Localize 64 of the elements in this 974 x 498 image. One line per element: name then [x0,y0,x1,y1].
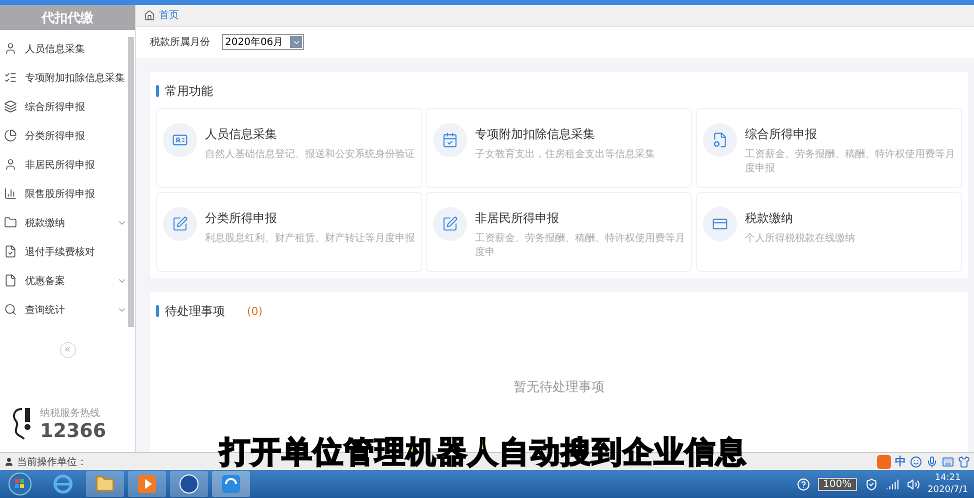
bar-chart-icon [4,187,17,200]
function-card[interactable]: 税款缴纳 个人所得税税款在线缴纳 [696,192,962,272]
signal-icon[interactable] [886,478,899,490]
sidebar-item[interactable]: 税款缴纳 [0,208,127,237]
function-card[interactable]: 非居民所得申报 工资薪金、劳务报酬、稿酬、特许权使用费等月度申 [426,192,692,272]
function-card[interactable]: 人员信息采集 自然人基础信息登记、报送和公安系统身份验证 [156,108,422,188]
shirt-icon[interactable] [958,456,970,468]
sidebar-item[interactable]: 专项附加扣除信息采集 [0,63,127,92]
section-title: 待处理事项 [165,302,225,320]
shield-icon[interactable] [864,478,878,490]
function-card[interactable]: 专项附加扣除信息采集 子女教育支出，住房租金支出等信息采集 [426,108,692,188]
start-icon[interactable] [8,472,32,496]
user-icon [4,456,14,466]
help-icon[interactable] [796,478,810,490]
pie-chart-icon [4,129,17,142]
hotline-number: 12366 [40,420,106,442]
home-link[interactable]: 首页 [159,8,179,22]
sidebar-item[interactable]: 查询统计 [0,295,127,324]
ime-logo-icon[interactable] [877,454,891,468]
folder-icon [4,216,17,229]
volume-icon[interactable] [906,478,920,490]
sidebar-item[interactable]: 综合所得申报 [0,92,127,121]
home-icon [144,10,155,21]
sidebar-title: 代扣代缴 [0,5,135,30]
smiley-icon[interactable] [910,456,922,468]
id-card-icon [163,123,197,157]
search-icon [4,303,17,316]
edit-icon [433,207,467,241]
microphone-icon[interactable] [926,456,938,468]
browser-icon[interactable] [52,473,74,495]
form-gear-icon [703,123,737,157]
empty-message: 暂无待处理事项 [514,379,604,396]
month-label: 税款所属月份 [150,36,210,50]
sidebar-item[interactable]: 分类所得申报 [0,121,127,150]
video-subtitle: 打开单位管理机器人自动搜到企业信息 [220,434,747,472]
app-circle-icon[interactable] [179,474,199,494]
card-icon [703,207,737,241]
scrollbar[interactable] [128,37,134,327]
document-icon [4,274,17,287]
play-icon[interactable] [137,474,157,494]
pending-count: (0) [247,304,263,318]
calendar-icon [433,123,467,157]
month-select[interactable]: 2020年06月 [222,34,304,50]
section-title: 常用功能 [165,82,213,100]
folder-icon[interactable] [95,474,115,494]
layers-icon [4,100,17,113]
hotline-label: 纳税服务热线 [40,406,101,420]
status-label: 当前操作单位： [17,456,87,468]
sidebar-item[interactable]: 限售股所得申报 [0,179,127,208]
sidebar-item[interactable]: 非居民所得申报 [0,150,127,179]
person-icon [4,42,17,55]
keyboard-icon[interactable] [942,456,954,468]
person-icon [4,158,17,171]
sidebar-item[interactable]: 优惠备案 [0,266,127,295]
ime-mode[interactable]: 中 [895,454,906,469]
function-card[interactable]: 分类所得申报 利息股息红利、财产租赁、财产转让等月度申报 [156,192,422,272]
clock[interactable]: 14:21 2020/7/1 [928,472,968,496]
sidebar-item[interactable]: 退付手续费核对 [0,237,127,266]
checklist-icon [4,71,17,84]
document-check-icon [4,245,17,258]
function-card[interactable]: 综合所得申报 工资薪金、劳务报酬、稿酬、特许权使用费等月度申报 [696,108,962,188]
edit-icon [163,207,197,241]
battery-indicator: 100% [818,478,857,490]
sidebar-item[interactable]: 人员信息采集 [0,34,127,63]
